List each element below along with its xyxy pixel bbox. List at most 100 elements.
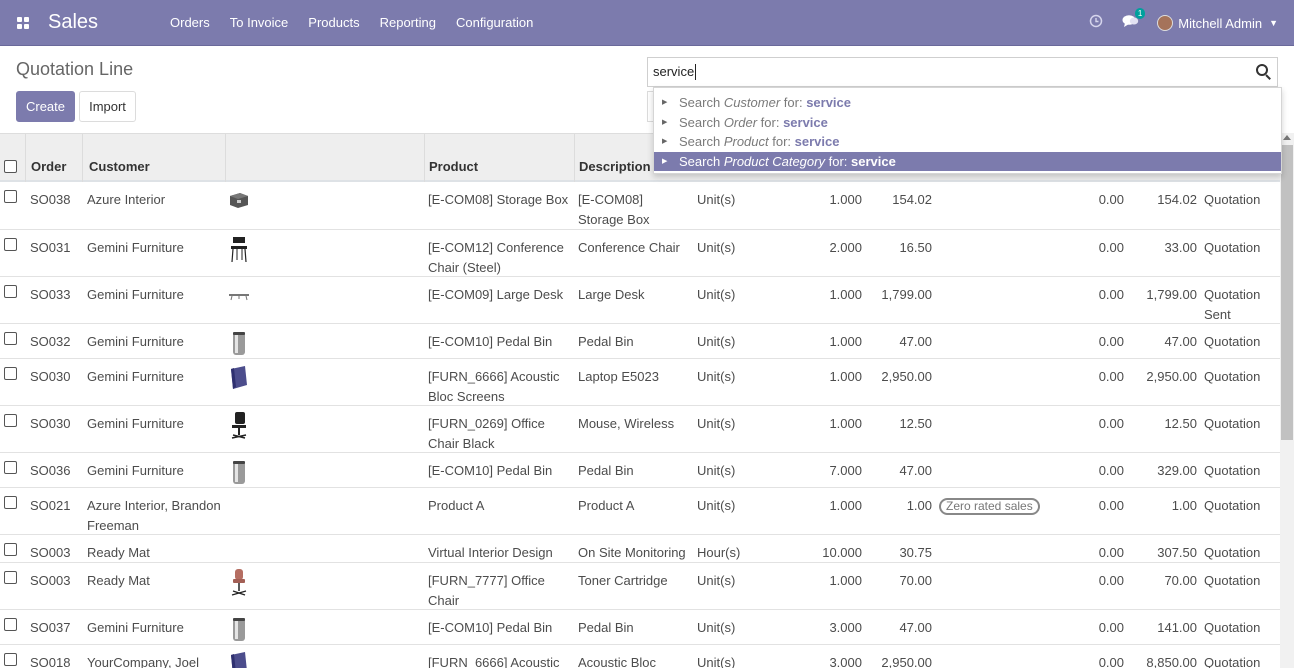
- autocomplete-item-customer[interactable]: ▶ Search Customer for: service: [654, 93, 1281, 113]
- quotation-line-table: Order Customer Product Description SO038…: [0, 133, 1280, 668]
- cell-status: Quotation Sent: [1204, 287, 1261, 322]
- menu-reporting[interactable]: Reporting: [370, 0, 446, 46]
- table-row[interactable]: SO030 Gemini Furniture [FURN_6666] Acousti…: [0, 359, 1280, 406]
- cell-uom: Unit(s): [697, 655, 736, 668]
- product-image-chair-steel: [228, 234, 250, 264]
- import-button[interactable]: Import: [79, 91, 136, 122]
- autocomplete-item-product-category[interactable]: ▶ Search Product Category for: service: [654, 151, 1281, 172]
- row-select-checkbox[interactable]: [4, 653, 17, 666]
- menu-configuration[interactable]: Configuration: [446, 0, 543, 46]
- cell-disc: 0.00: [1098, 655, 1124, 668]
- menu-orders[interactable]: Orders: [160, 0, 220, 46]
- cell-order: SO030: [30, 369, 71, 384]
- cell-uom: Unit(s): [697, 334, 736, 349]
- row-select-checkbox[interactable]: [4, 367, 17, 380]
- user-menu[interactable]: Mitchell Admin ▼: [1147, 15, 1294, 31]
- cell-disc: 0.00: [1098, 192, 1124, 207]
- row-select-checkbox[interactable]: [4, 571, 17, 584]
- cell-order: SO033: [30, 287, 71, 302]
- row-select-checkbox[interactable]: [4, 414, 17, 427]
- cell-product: [FURN_6666] Acoustic: [428, 655, 560, 668]
- expand-arrow-icon[interactable]: ▶: [662, 113, 667, 133]
- table-row[interactable]: SO030 Gemini Furniture [FURN_0269] Office …: [0, 406, 1280, 453]
- cell-qty: 1.000: [829, 498, 862, 513]
- cell-qty: 7.000: [829, 463, 862, 478]
- messages-icon[interactable]: 1: [1113, 8, 1147, 32]
- cell-customer: Gemini Furniture: [87, 287, 184, 302]
- cell-status: Quotation: [1204, 545, 1261, 560]
- cell-description: Mouse, Wireless: [578, 416, 675, 431]
- search-autocomplete-dropdown: ▶ Search Customer for: service ▶ Search …: [653, 87, 1282, 174]
- table-row[interactable]: SO038 Azure Interior [E-COM08] Storage Box…: [0, 182, 1280, 230]
- caret-down-icon: ▼: [1269, 18, 1278, 28]
- product-image-screen: [228, 363, 250, 393]
- product-image-box: [228, 186, 250, 216]
- apps-menu-icon[interactable]: [0, 0, 46, 46]
- autocomplete-field: Product: [723, 134, 769, 149]
- activity-clock-icon[interactable]: [1079, 14, 1113, 32]
- menu-to-invoice[interactable]: To Invoice: [220, 0, 299, 46]
- cell-description: Pedal Bin: [578, 334, 634, 349]
- cell-product: Virtual Interior Design: [428, 545, 553, 560]
- autocomplete-field: Order: [723, 114, 758, 130]
- cell-subtotal: 141.00: [1157, 620, 1197, 635]
- header-image[interactable]: [225, 134, 424, 182]
- row-select-checkbox[interactable]: [4, 461, 17, 474]
- scroll-up-arrow-icon[interactable]: [1283, 135, 1291, 140]
- cell-description: On Site Monitoring: [578, 545, 686, 560]
- row-select-checkbox[interactable]: [4, 332, 17, 345]
- app-name[interactable]: Sales: [48, 11, 160, 34]
- table-row[interactable]: SO003 Ready Mat [FURN_7777] Office Chair To…: [0, 563, 1280, 610]
- cell-uom: Unit(s): [697, 192, 736, 207]
- table-row[interactable]: SO033 Gemini Furniture [E-COM09] Large Des…: [0, 277, 1280, 324]
- autocomplete-item-order[interactable]: ▶ Search Order for: service: [654, 113, 1281, 133]
- cell-qty: 1.000: [829, 573, 862, 588]
- cell-subtotal: 329.00: [1157, 463, 1197, 478]
- search-icon[interactable]: [1256, 64, 1271, 80]
- row-select-checkbox[interactable]: [4, 496, 17, 509]
- cell-order: SO031: [30, 240, 71, 255]
- autocomplete-mid: for:: [780, 95, 807, 110]
- vertical-scrollbar[interactable]: [1280, 133, 1294, 668]
- table-row[interactable]: SO036 Gemini Furniture [E-COM10] Pedal Bin…: [0, 453, 1280, 488]
- cell-product: Product A: [428, 498, 485, 513]
- autocomplete-field: Customer: [723, 95, 781, 110]
- cell-subtotal: 1.00: [1171, 498, 1197, 513]
- table-row[interactable]: SO003 Ready Mat Virtual Interior Design On …: [0, 535, 1280, 563]
- scrollbar-thumb[interactable]: [1281, 145, 1293, 440]
- menu-products[interactable]: Products: [298, 0, 369, 46]
- table-row[interactable]: SO018 YourCompany, Joel [FURN_6666] Acoust…: [0, 645, 1280, 668]
- row-select-checkbox[interactable]: [4, 618, 17, 631]
- autocomplete-prefix: Search: [679, 153, 724, 169]
- table-row[interactable]: SO032 Gemini Furniture [E-COM10] Pedal Bin…: [0, 324, 1280, 359]
- expand-arrow-icon[interactable]: ▶: [662, 152, 667, 172]
- header-product[interactable]: Product: [424, 134, 574, 182]
- cell-description: Toner Cartridge: [578, 573, 668, 588]
- search-input[interactable]: service: [647, 57, 1278, 87]
- row-select-checkbox[interactable]: [4, 543, 17, 556]
- row-select-checkbox[interactable]: [4, 190, 17, 203]
- row-select-checkbox[interactable]: [4, 238, 17, 251]
- cell-status: Quotation: [1204, 192, 1261, 207]
- expand-arrow-icon[interactable]: ▶: [662, 132, 667, 152]
- header-customer[interactable]: Customer: [82, 134, 225, 182]
- cell-price: 1,799.00: [881, 287, 932, 302]
- cell-subtotal: 8,850.00: [1146, 655, 1197, 668]
- create-button[interactable]: Create: [16, 91, 75, 122]
- autocomplete-item-product[interactable]: ▶ Search Product for: service: [654, 132, 1281, 152]
- cell-disc: 0.00: [1098, 369, 1124, 384]
- expand-arrow-icon[interactable]: ▶: [662, 93, 667, 113]
- header-order[interactable]: Order: [25, 134, 82, 182]
- cell-order: SO021: [30, 498, 71, 513]
- autocomplete-term: service: [783, 114, 828, 130]
- cell-description: Laptop E5023: [578, 369, 659, 384]
- row-select-checkbox[interactable]: [4, 285, 17, 298]
- table-row[interactable]: SO021 Azure Interior, Brandon Freeman Prod…: [0, 488, 1280, 535]
- cell-status: Quotation: [1204, 240, 1261, 255]
- table-row[interactable]: SO037 Gemini Furniture [E-COM10] Pedal Bin…: [0, 610, 1280, 645]
- cell-price: 30.75: [899, 545, 932, 560]
- cell-description: Large Desk: [578, 287, 645, 302]
- table-row[interactable]: SO031 Gemini Furniture [E-COM12] Conferenc…: [0, 230, 1280, 277]
- cell-price: 47.00: [899, 463, 932, 478]
- select-all-checkbox[interactable]: [4, 160, 17, 173]
